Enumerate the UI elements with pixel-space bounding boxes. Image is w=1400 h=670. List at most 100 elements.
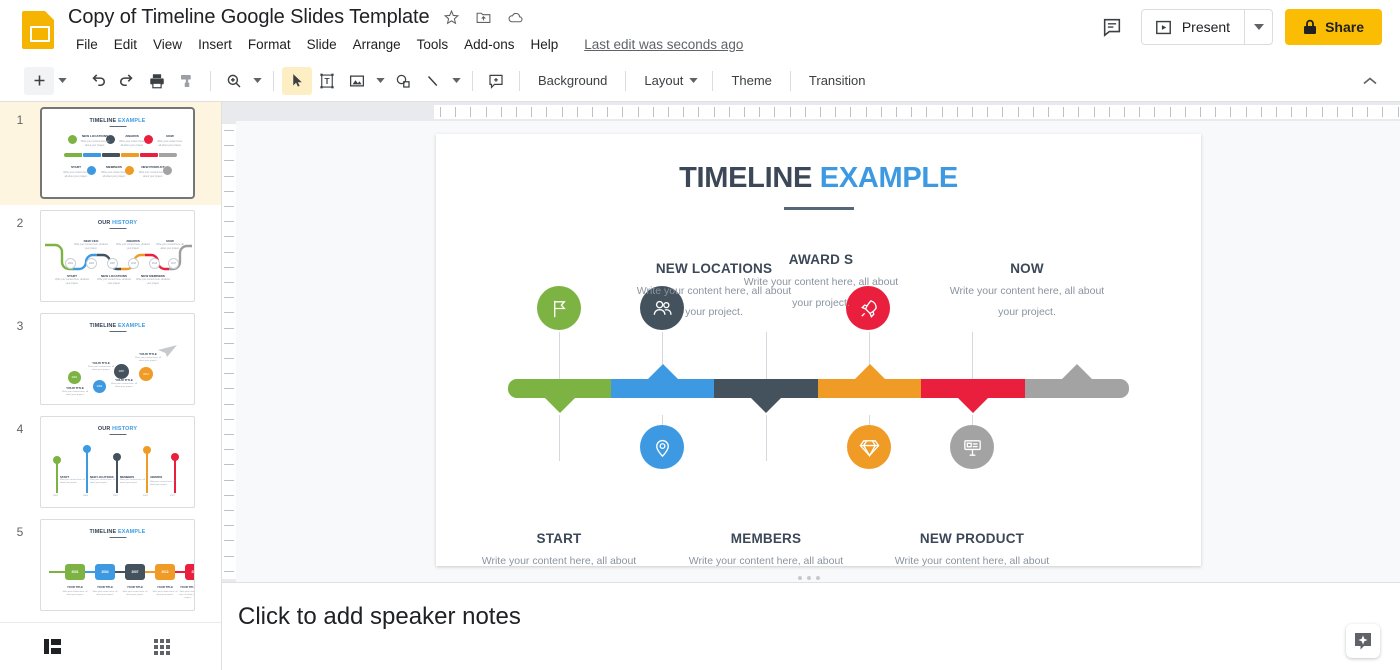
slide-thumbnail[interactable]: OUR HISTORY START Write your content her…: [40, 416, 195, 508]
insert-image-dropdown[interactable]: [372, 67, 388, 95]
layout-button[interactable]: Layout: [634, 68, 704, 93]
new-slide-button[interactable]: [24, 66, 54, 95]
grid-view-button[interactable]: [138, 627, 186, 667]
slide-thumbnail[interactable]: OUR HISTORY 2001 2004 2007 2010 2014 201…: [40, 210, 195, 302]
vertical-ruler[interactable]: [222, 121, 236, 582]
shape-button[interactable]: [388, 67, 418, 95]
line-button[interactable]: [418, 67, 448, 95]
speaker-notes-placeholder[interactable]: Click to add speaker notes: [238, 603, 521, 631]
text-box-button[interactable]: T: [312, 67, 342, 95]
bottom-block-new-product[interactable]: NEW PRODUCT Write your content here, all…: [887, 531, 1057, 566]
ruler-tick: [224, 570, 234, 572]
add-comment-button[interactable]: [481, 67, 511, 95]
line-dropdown[interactable]: [448, 67, 464, 95]
explore-button[interactable]: [1346, 624, 1380, 658]
filmstrip-slide-4[interactable]: 4 OUR HISTORY START Write your content h…: [0, 411, 221, 514]
ruler-tick: [224, 327, 234, 329]
ruler-tick: [470, 107, 472, 117]
top-block-now[interactable]: NOW Write your content here, all about y…: [942, 261, 1112, 324]
menu-help[interactable]: Help: [522, 34, 566, 55]
toolbar-separator: [210, 70, 211, 91]
connector-line: [559, 332, 560, 379]
grid-view-icon: [154, 638, 170, 655]
flag-icon[interactable]: [537, 286, 581, 330]
speaker-notes-pane[interactable]: Click to add speaker notes: [222, 582, 1400, 670]
ruler-tick: [1276, 107, 1277, 117]
thumb-year-box: 2012: [155, 564, 175, 580]
location-pin-icon[interactable]: [640, 425, 684, 469]
menu-addons[interactable]: Add-ons: [456, 34, 522, 55]
ruler-tick: [500, 107, 502, 117]
segment-gray: [1025, 364, 1129, 398]
zoom-button[interactable]: [219, 67, 249, 95]
menu-view[interactable]: View: [145, 34, 190, 55]
slide-thumbnail[interactable]: TIMELINE EXAMPLE 2001 2004 2007 2012 201…: [40, 519, 195, 611]
transition-button[interactable]: Transition: [799, 68, 876, 93]
filmstrip-view-button[interactable]: [28, 627, 76, 667]
ruler-tick: [1382, 107, 1384, 117]
paint-format-button[interactable]: [172, 67, 202, 95]
ruler-tick: [1063, 107, 1065, 117]
ruler-tick: [1245, 107, 1247, 117]
cloud-status-icon[interactable]: [505, 8, 525, 28]
slide-filmstrip[interactable]: 1 TIMELINE EXAMPLE NEW LOCATIONS Write y…: [0, 102, 222, 622]
new-slide-dropdown[interactable]: [54, 67, 70, 95]
present-button[interactable]: Present: [1142, 10, 1244, 44]
slide-canvas[interactable]: TIMELINE EXAMPLE NEW LOCATIONS Write you…: [436, 134, 1201, 566]
ruler-tick: [1048, 107, 1049, 117]
ruler-tick: [224, 449, 234, 451]
thumb-year-box: 2001: [65, 564, 85, 580]
menu-edit[interactable]: Edit: [106, 34, 145, 55]
ruler-tick: [531, 107, 533, 117]
filmstrip-slide-2[interactable]: 2 OUR HISTORY 2001 2004 2007 2010 2014 2…: [0, 205, 221, 308]
diamond-icon[interactable]: [847, 425, 891, 469]
timeline-bar[interactable]: [508, 364, 1129, 415]
slide-thumbnail[interactable]: TIMELINE EXAMPLE NEW LOCATIONS Write you…: [40, 107, 195, 199]
star-icon[interactable]: [441, 8, 461, 28]
bottom-block-start[interactable]: START Write your content here, all about…: [474, 531, 644, 566]
redo-button[interactable]: [112, 67, 142, 95]
ruler-tick: [1093, 107, 1095, 117]
ruler-tick: [440, 107, 441, 117]
ruler-tick: [835, 107, 837, 117]
move-to-folder-icon[interactable]: [473, 8, 493, 28]
segment-red: [921, 379, 1025, 413]
thumb-year: 2017: [170, 495, 175, 497]
menu-tools[interactable]: Tools: [409, 34, 457, 55]
print-button[interactable]: [142, 67, 172, 95]
ruler-tick: [1230, 107, 1232, 117]
menu-format[interactable]: Format: [240, 34, 299, 55]
collapse-toolbar-button[interactable]: [1356, 67, 1384, 95]
menu-arrange[interactable]: Arrange: [345, 34, 409, 55]
undo-button[interactable]: [82, 67, 112, 95]
ruler-tick: [789, 107, 791, 117]
notes-resize-handle[interactable]: [798, 576, 820, 580]
document-title[interactable]: Copy of Timeline Google Slides Template: [68, 6, 430, 29]
slide-thumbnail[interactable]: TIMELINE EXAMPLE 2001 2004 2007 2012 YOU…: [40, 313, 195, 405]
billboard-icon[interactable]: [950, 425, 994, 469]
present-dropdown-caret[interactable]: [1244, 10, 1272, 44]
menu-slide[interactable]: Slide: [299, 34, 345, 55]
filmstrip-slide-1[interactable]: 1 TIMELINE EXAMPLE NEW LOCATIONS Write y…: [0, 102, 221, 205]
top-block-awards[interactable]: AWARD S Write your content here, all abo…: [736, 252, 906, 315]
share-label: Share: [1325, 19, 1364, 35]
slide-title[interactable]: TIMELINE EXAMPLE: [436, 162, 1201, 195]
thumb-year-circle: 2010: [128, 258, 139, 269]
share-button[interactable]: Share: [1285, 9, 1382, 45]
menu-insert[interactable]: Insert: [190, 34, 240, 55]
filmstrip-slide-3[interactable]: 3 TIMELINE EXAMPLE 2001 2004 2007 2012 Y…: [0, 308, 221, 411]
horizontal-ruler[interactable]: [222, 102, 1400, 121]
bottom-block-members[interactable]: MEMBERS Write your content here, all abo…: [681, 531, 851, 566]
ruler-tick: [1352, 107, 1353, 117]
ruler-tick: [224, 312, 234, 314]
theme-button[interactable]: Theme: [721, 68, 781, 93]
select-tool-button[interactable]: [282, 66, 312, 95]
last-edit-status[interactable]: Last edit was seconds ago: [584, 37, 743, 52]
ruler-tick: [224, 221, 234, 223]
insert-image-button[interactable]: [342, 67, 372, 95]
zoom-dropdown[interactable]: [249, 67, 265, 95]
background-button[interactable]: Background: [528, 68, 617, 93]
menu-file[interactable]: File: [68, 34, 106, 55]
filmstrip-slide-5[interactable]: 5 TIMELINE EXAMPLE 2001 2004 2007 2012 2…: [0, 514, 221, 617]
comment-history-icon[interactable]: [1095, 10, 1129, 44]
